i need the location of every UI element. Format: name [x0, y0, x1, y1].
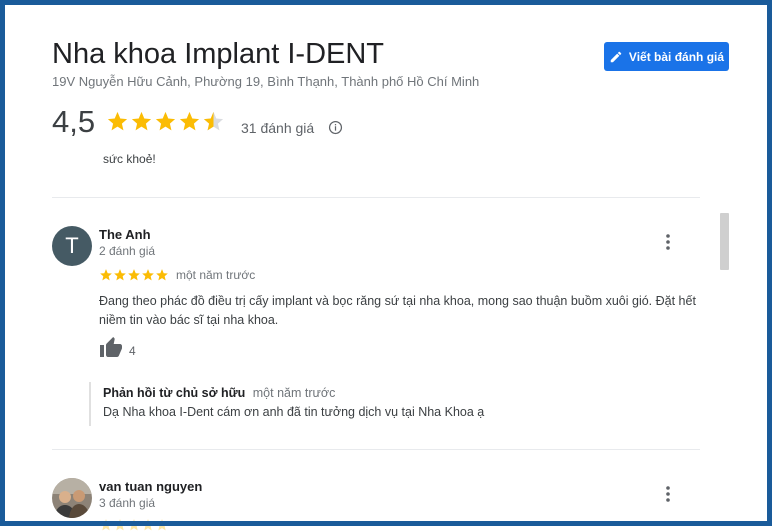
star-icon — [142, 269, 154, 281]
more-vert-icon[interactable] — [660, 485, 676, 503]
review-author[interactable]: van tuan nguyen — [99, 479, 202, 494]
rating-stars — [106, 110, 225, 133]
star-icon — [179, 111, 200, 131]
star-icon — [114, 269, 126, 281]
star-icon — [128, 269, 140, 281]
like-count: 4 — [129, 344, 136, 358]
star-icon — [100, 519, 112, 531]
info-icon[interactable] — [328, 120, 343, 135]
star-icon — [156, 269, 168, 281]
avatar[interactable]: T — [52, 226, 92, 266]
pencil-icon — [609, 50, 623, 64]
previous-review-text: sức khoẻ! — [103, 152, 156, 166]
review-divider — [52, 197, 700, 198]
place-address: 19V Nguyễn Hữu Cảnh, Phường 19, Bình Thạ… — [52, 74, 480, 89]
owner-reply-header: Phản hồi từ chủ sở hữu một năm trước — [103, 386, 335, 400]
owner-reply-label: Phản hồi từ chủ sở hữu — [103, 386, 246, 400]
star-icon — [155, 111, 176, 131]
review-author-meta: 3 đánh giá — [99, 496, 156, 510]
review-stars — [99, 268, 169, 282]
review-time: một năm trước — [176, 268, 256, 282]
owner-reply-time: một năm trước — [252, 386, 336, 400]
star-icon — [131, 111, 152, 131]
star-icon — [114, 519, 126, 531]
write-review-button[interactable]: Viết bài đánh giá — [604, 42, 729, 71]
review-author-meta: 2 đánh giá — [99, 244, 156, 258]
owner-reply-text: Dạ Nha khoa I-Dent cám ơn anh đã tin tưở… — [103, 405, 485, 419]
thumb-up-icon[interactable] — [99, 336, 123, 360]
star-half-icon — [203, 111, 224, 131]
star-icon — [128, 519, 140, 531]
star-icon — [142, 519, 154, 531]
more-vert-icon[interactable] — [660, 233, 676, 251]
star-icon — [100, 269, 112, 281]
review-text: Đang theo phác đồ điều trị cấy implant v… — [99, 294, 696, 327]
avatar[interactable] — [52, 478, 92, 518]
review-divider — [52, 449, 700, 450]
star-icon — [107, 111, 128, 131]
review-author[interactable]: The Anh — [99, 227, 151, 242]
scrollbar-thumb[interactable] — [720, 213, 729, 270]
place-title: Nha khoa Implant I-DENT — [52, 38, 385, 70]
owner-reply-bar — [89, 382, 91, 426]
review-stars — [99, 518, 169, 532]
star-icon — [156, 519, 168, 531]
average-rating: 4,5 — [52, 104, 96, 139]
review-count[interactable]: 31 đánh giá — [241, 120, 314, 136]
write-review-label: Viết bài đánh giá — [628, 49, 725, 64]
